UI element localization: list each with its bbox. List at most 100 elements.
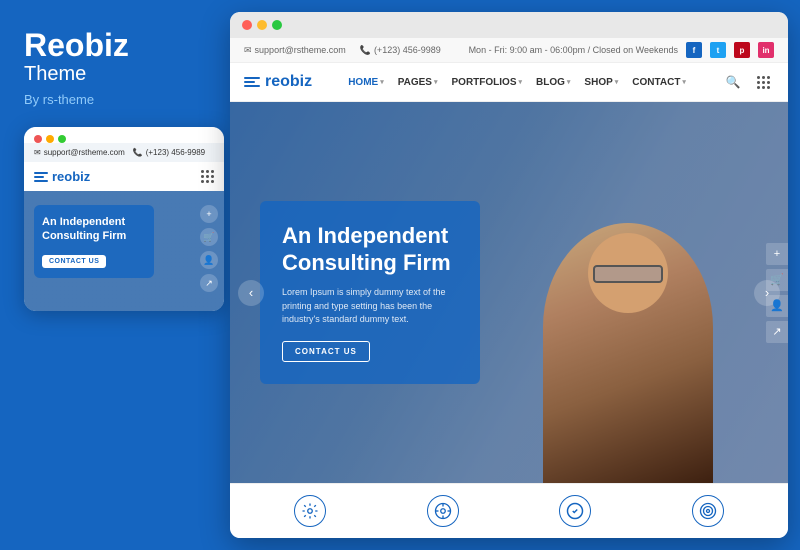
browser-dot-yellow — [257, 20, 267, 30]
nav-link-blog[interactable]: BLOG ▾ — [536, 77, 570, 88]
browser-window: ✉ support@rstheme.com 📞 (+123) 456-9989 … — [230, 12, 788, 538]
gd — [757, 86, 760, 89]
hero-description: Lorem Ipsum is simply dummy text of the … — [282, 286, 458, 327]
gd — [757, 76, 760, 79]
gd — [762, 76, 765, 79]
settings-icon[interactable] — [294, 495, 326, 527]
grid-dot — [206, 170, 209, 173]
gd — [762, 81, 765, 84]
bottom-icon-check — [559, 495, 591, 527]
hero-content-box: An Independent Consulting Firm Lorem Ips… — [260, 201, 480, 383]
topbar-phone-text: (+123) 456-9989 — [374, 45, 441, 55]
nav-link-portfolios[interactable]: PORTFOLIOS ▾ — [452, 77, 523, 88]
grid-dot — [201, 180, 204, 183]
site-bottom-strip — [230, 483, 788, 538]
person-shape — [543, 223, 713, 483]
browser-dot-green — [272, 20, 282, 30]
gd — [762, 86, 765, 89]
grid-dot — [206, 175, 209, 178]
mobile-topbar: ✉ support@rstheme.com 📞 (+123) 456-9989 — [24, 143, 224, 162]
mobile-dot-red — [34, 135, 42, 143]
nav-link-contact[interactable]: CONTACT ▾ — [632, 77, 686, 88]
gd — [767, 76, 770, 79]
topbar-email: ✉ support@rstheme.com — [244, 45, 346, 56]
person-glasses — [593, 265, 663, 283]
hero-side-icons: + 🛒 👤 ↗ — [766, 243, 788, 343]
mobile-dot-yellow — [46, 135, 54, 143]
site-logo: reobiz — [244, 73, 312, 91]
mobile-share-icon[interactable]: ↗ — [200, 274, 218, 292]
hero-person-image — [528, 102, 728, 483]
site-nav: reobiz HOME ▾ PAGES ▾ PORTFOLIOS ▾ BLOG … — [230, 63, 788, 102]
phone-icon: 📞 — [133, 148, 143, 157]
shop-caret-icon: ▾ — [615, 78, 619, 86]
facebook-icon[interactable]: f — [686, 42, 702, 58]
mobile-mockup: ✉ support@rstheme.com 📞 (+123) 456-9989 … — [24, 127, 224, 311]
checkmark-icon[interactable] — [559, 495, 591, 527]
hero-profile-icon[interactable]: 👤 — [766, 295, 788, 317]
mobile-cart-icon[interactable]: 🛒 — [200, 228, 218, 246]
mobile-logo: reobiz — [34, 169, 90, 184]
mobile-titlebar — [24, 127, 224, 143]
left-panel: Reobiz Theme By rs-theme ✉ support@rsthe… — [0, 0, 230, 550]
hero-cart-icon[interactable]: 🛒 — [766, 269, 788, 291]
site-logo-bars-icon — [244, 77, 260, 87]
site-nav-links: HOME ▾ PAGES ▾ PORTFOLIOS ▾ BLOG ▾ SHOP … — [348, 77, 686, 88]
mobile-menu-icon[interactable] — [201, 170, 214, 183]
logo-bar-1 — [244, 77, 260, 79]
mobile-logo-icon — [34, 172, 48, 182]
email-icon: ✉ — [34, 148, 41, 157]
app-author: By rs-theme — [24, 92, 94, 107]
grid-dot — [201, 170, 204, 173]
mobile-nav: reobiz — [24, 162, 224, 191]
nav-link-shop[interactable]: SHOP ▾ — [584, 77, 618, 88]
grid-menu-icon[interactable] — [752, 71, 774, 93]
gd — [767, 86, 770, 89]
hero-zoom-icon[interactable]: + — [766, 243, 788, 265]
grid-dot — [206, 180, 209, 183]
mobile-hero-overlay: An Independent Consulting Firm CONTACT U… — [34, 205, 154, 278]
hero-contact-button[interactable]: CONTACT US — [282, 341, 370, 362]
mobile-contact-button[interactable]: CONTACT US — [42, 255, 106, 268]
grid-dot — [211, 170, 214, 173]
search-icon[interactable]: 🔍 — [722, 71, 744, 93]
browser-titlebar — [230, 12, 788, 38]
topbar-email-text: support@rstheme.com — [255, 45, 346, 55]
grid-dot — [211, 175, 214, 178]
topbar-left: ✉ support@rstheme.com 📞 (+123) 456-9989 — [244, 45, 441, 56]
app-title: Reobiz — [24, 28, 129, 63]
mobile-profile-icon[interactable]: 👤 — [200, 251, 218, 269]
phone-icon: 📞 — [360, 45, 371, 56]
mobile-zoom-icon[interactable]: + — [200, 205, 218, 223]
email-icon: ✉ — [244, 45, 252, 56]
mobile-hero-title: An Independent Consulting Firm — [42, 215, 146, 244]
blog-caret-icon: ▾ — [567, 78, 571, 86]
hero-prev-button[interactable]: ‹ — [238, 280, 264, 306]
contact-caret-icon: ▾ — [682, 78, 686, 86]
topbar-right: Mon - Fri: 9:00 am - 06:00pm / Closed on… — [469, 42, 774, 58]
bottom-icon-target — [692, 495, 724, 527]
tools-icon[interactable] — [427, 495, 459, 527]
twitter-icon[interactable]: t — [710, 42, 726, 58]
mobile-phone-item: 📞 (+123) 456-9989 — [133, 148, 205, 157]
bottom-icon-tools — [427, 495, 459, 527]
portfolios-caret-icon: ▾ — [519, 78, 523, 86]
topbar-phone: 📞 (+123) 456-9989 — [360, 45, 441, 56]
pinterest-icon[interactable]: p — [734, 42, 750, 58]
mobile-email-item: ✉ support@rstheme.com — [34, 148, 125, 157]
nav-link-home[interactable]: HOME ▾ — [348, 77, 384, 88]
site-nav-icons: 🔍 — [722, 71, 774, 93]
nav-link-pages[interactable]: PAGES ▾ — [398, 77, 438, 88]
instagram-icon[interactable]: in — [758, 42, 774, 58]
target-icon[interactable] — [692, 495, 724, 527]
logo-bar-3 — [34, 180, 48, 182]
grid-dot — [211, 180, 214, 183]
logo-bar-2 — [244, 81, 255, 83]
logo-bar-3 — [244, 85, 260, 87]
home-caret-icon: ▾ — [380, 78, 384, 86]
logo-bar-2 — [34, 176, 44, 178]
mobile-phone: (+123) 456-9989 — [146, 148, 205, 157]
mobile-side-icons: + 🛒 👤 ↗ — [200, 205, 218, 292]
browser-dot-red — [242, 20, 252, 30]
hero-share-icon[interactable]: ↗ — [766, 321, 788, 343]
